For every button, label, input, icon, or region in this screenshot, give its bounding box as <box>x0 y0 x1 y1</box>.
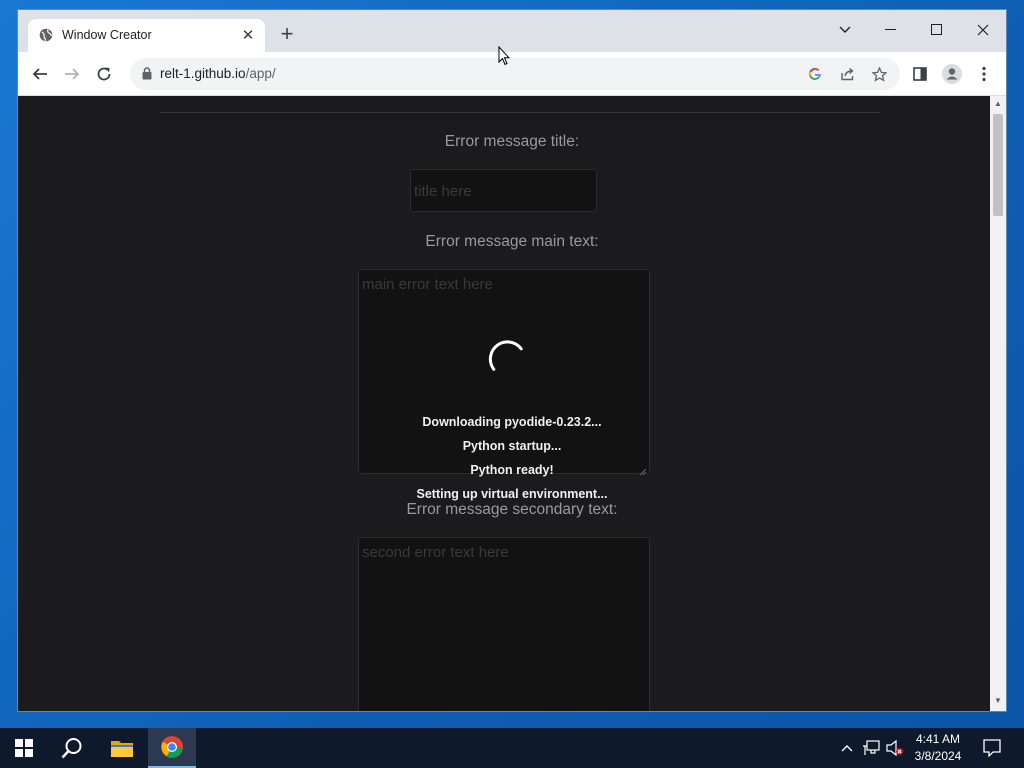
side-panel-icon[interactable] <box>909 63 931 85</box>
reload-button[interactable] <box>92 62 116 86</box>
chevron-up-icon[interactable] <box>837 738 857 758</box>
page-scrollbar[interactable]: ▲ ▼ <box>990 96 1006 711</box>
main-text-placeholder: main error text here <box>362 276 493 293</box>
scroll-down-icon[interactable]: ▼ <box>994 697 1002 705</box>
title-label: Error message title: <box>444 133 580 150</box>
forward-button[interactable] <box>60 62 84 86</box>
browser-toolbar: relt-1.github.io/app/ <box>18 52 1006 96</box>
clock-time: 4:41 AM <box>915 732 961 746</box>
chrome-taskbar-button[interactable] <box>148 728 196 768</box>
title-input[interactable]: title here <box>410 169 597 212</box>
minimize-button[interactable] <box>868 15 914 45</box>
url-host: relt-1.github.io <box>160 66 246 81</box>
clock-date: 3/8/2024 <box>914 749 962 763</box>
lock-icon[interactable] <box>142 67 152 85</box>
url-path: /app/ <box>245 66 276 81</box>
main-text-label: Error message main text: <box>425 233 599 250</box>
globe-icon <box>39 28 53 42</box>
tab-window-creator[interactable]: Window Creator ✕ <box>28 19 265 52</box>
start-button[interactable] <box>0 728 48 768</box>
menu-icon[interactable] <box>973 63 995 85</box>
loading-spinner-icon <box>483 332 525 374</box>
browser-window: Window Creator ✕ + relt-1.github.io/app/… <box>18 10 1006 711</box>
secondary-text-label: Error message secondary text: <box>406 501 618 518</box>
new-tab-button[interactable]: + <box>276 23 298 46</box>
page-viewport: Error message title: title here Error me… <box>18 96 1006 711</box>
loading-status-line: Downloading pyodide-0.23.2... <box>422 415 602 429</box>
loading-status-line: Python ready! <box>470 463 554 477</box>
profile-icon[interactable] <box>941 63 963 85</box>
network-icon[interactable] <box>861 738 881 758</box>
title-placeholder: title here <box>414 183 472 200</box>
address-bar[interactable]: relt-1.github.io/app/ <box>130 58 900 90</box>
star-icon[interactable] <box>870 65 888 83</box>
file-explorer-button[interactable] <box>98 728 146 768</box>
secondary-text-area[interactable]: second error text here <box>358 537 650 711</box>
taskbar-clock[interactable]: 4:41 AM 3/8/2024 <box>906 731 970 765</box>
maximize-button[interactable] <box>914 15 960 45</box>
secondary-text-placeholder: second error text here <box>362 544 509 561</box>
volume-muted-icon[interactable] <box>885 738 905 758</box>
search-button[interactable] <box>48 728 96 768</box>
share-icon[interactable] <box>838 65 856 83</box>
tab-title: Window Creator <box>62 28 152 42</box>
close-window-button[interactable] <box>960 15 1006 45</box>
scroll-up-icon[interactable]: ▲ <box>994 100 1002 108</box>
divider <box>160 112 880 113</box>
tab-strip: Window Creator ✕ + <box>18 10 1006 52</box>
mouse-cursor-icon <box>498 45 511 71</box>
url-text: relt-1.github.io/app/ <box>160 66 276 81</box>
scrollbar-thumb[interactable] <box>993 114 1003 216</box>
close-icon[interactable]: ✕ <box>240 28 256 44</box>
taskbar: 4:41 AM 3/8/2024 <box>0 728 1024 768</box>
notification-icon[interactable] <box>982 738 1002 758</box>
back-button[interactable] <box>28 62 52 86</box>
tab-search-chevron-down-icon[interactable] <box>822 15 868 45</box>
loading-status-line: Python startup... <box>462 439 562 453</box>
google-icon[interactable] <box>806 65 824 83</box>
loading-status-line: Setting up virtual environment... <box>416 487 608 501</box>
